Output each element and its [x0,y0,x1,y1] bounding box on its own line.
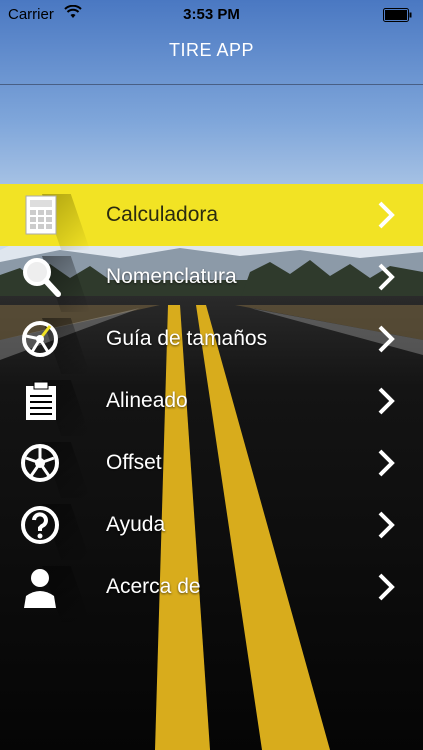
battery-icon [383,8,413,26]
magnifier-icon [18,254,66,300]
chevron-right-icon [377,324,395,354]
wheel-icon [18,440,66,486]
person-icon [18,564,66,610]
menu-item-offset[interactable]: Offset [0,432,423,498]
menu-item-label: Calculadora [106,203,219,226]
chevron-right-icon [377,200,395,230]
menu-item-alineado[interactable]: Alineado [0,370,423,436]
menu-item-calculadora[interactable]: Calculadora [0,184,423,250]
menu-item-label: Guía de tamaños [106,327,268,350]
calculator-icon [18,192,66,238]
chevron-right-icon [377,572,395,602]
menu-item-label: Offset [106,451,162,474]
chevron-right-icon [377,262,395,292]
menu-item-label: Alineado [106,389,188,412]
menu-item-guia-de-tamanos[interactable]: Guía de tamaños [0,308,423,374]
menu-item-label: Ayuda [106,513,166,536]
clipboard-icon [18,378,66,424]
menu-item-label: Acerca de [106,575,201,598]
status-bar: Carrier 3:53 PM [0,0,423,30]
chevron-right-icon [377,448,395,478]
compass-icon [18,316,66,362]
menu-item-label: Nomenclatura [106,265,237,288]
chevron-right-icon [377,386,395,416]
app-title: TIRE APP [168,40,255,60]
menu-item-ayuda[interactable]: Ayuda [0,494,423,560]
menu-item-nomenclatura[interactable]: Nomenclatura [0,246,423,312]
chevron-right-icon [377,510,395,540]
nav-divider [0,84,423,85]
menu-item-acerca-de[interactable]: Acerca de [0,556,423,622]
status-time: 3:53 PM [183,6,240,23]
main-menu: Calculadora Nomenclatura Guía de tamaños… [0,184,423,622]
help-icon [18,502,66,548]
